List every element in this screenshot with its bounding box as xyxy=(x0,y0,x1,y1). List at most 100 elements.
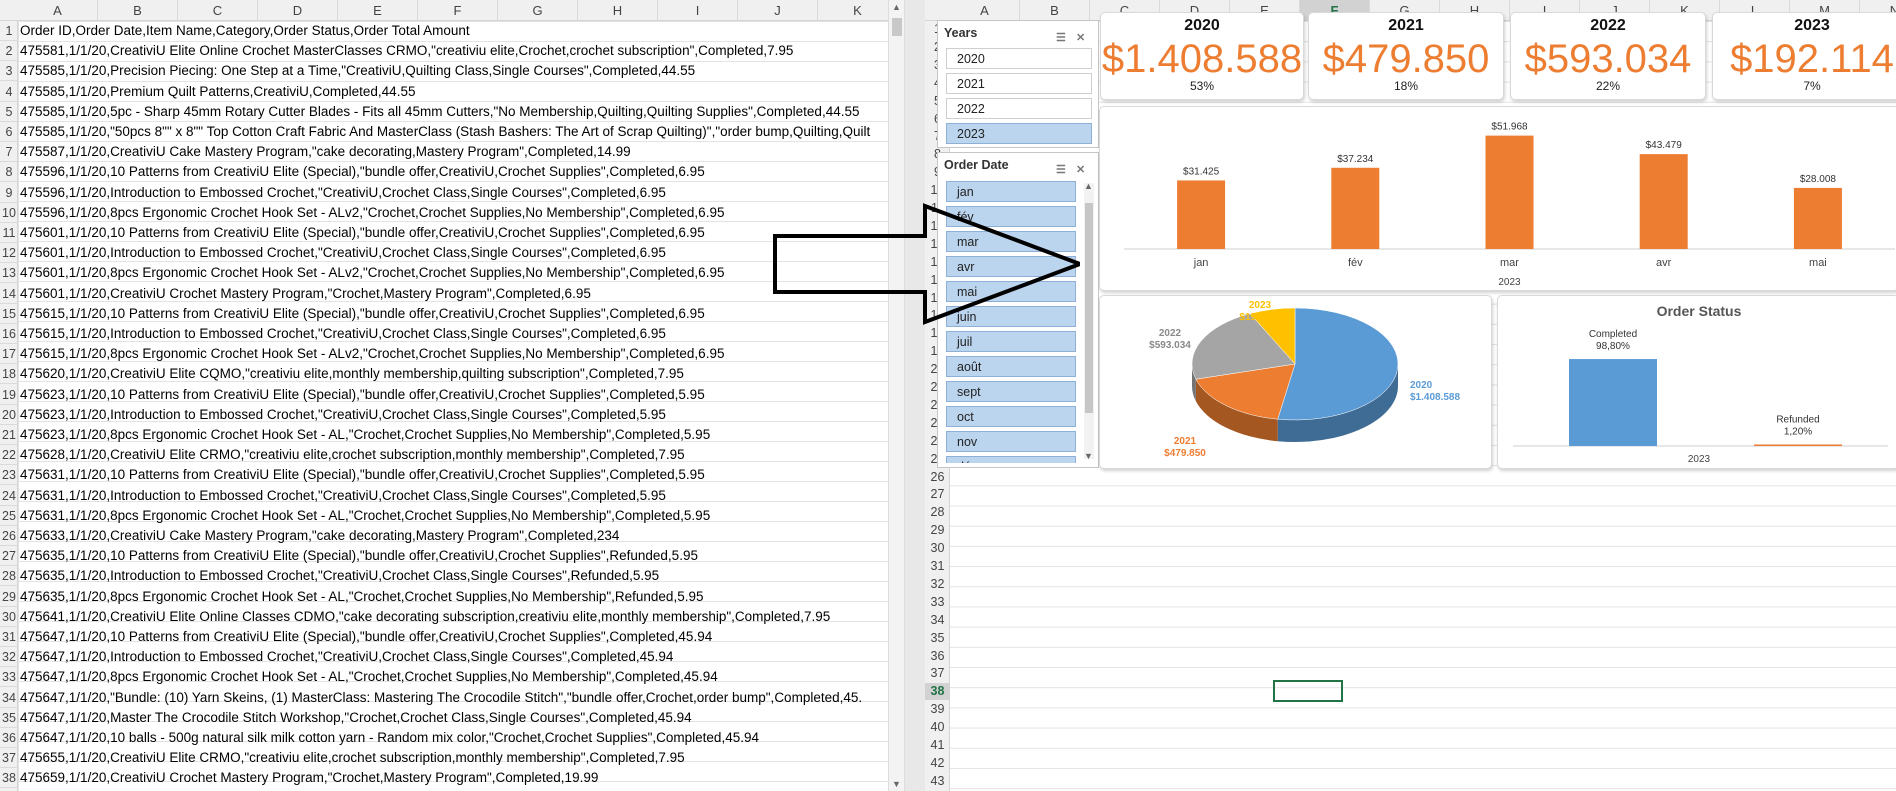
slicer-item-2020[interactable]: 2020 xyxy=(946,48,1092,69)
table-row[interactable]: 475633,1/1/20,CreativiU Cake Mastery Pro… xyxy=(20,526,619,546)
column-header-h[interactable]: H xyxy=(578,0,658,21)
row-header[interactable]: 4 xyxy=(0,82,18,102)
table-row[interactable]: 475628,1/1/20,CreativiU Elite CRMO,"crea… xyxy=(20,445,685,465)
table-row[interactable]: 475623,1/1/20,10 Patterns from CreativiU… xyxy=(20,385,705,405)
bar-mai[interactable] xyxy=(1793,187,1842,249)
row-header[interactable]: 38 xyxy=(925,683,950,701)
slicer-scrollbar[interactable]: ▲ ▼ xyxy=(1084,181,1094,461)
row-header[interactable]: 3 xyxy=(0,61,18,82)
row-header[interactable]: 11 xyxy=(0,223,18,243)
slicer-item-déc[interactable]: déc xyxy=(946,456,1076,463)
slicer-scroll-thumb[interactable] xyxy=(1085,203,1093,413)
column-header-f[interactable]: F xyxy=(418,0,498,21)
row-header[interactable]: 33 xyxy=(0,667,18,688)
slicer-scroll-down-icon[interactable]: ▼ xyxy=(1084,451,1093,461)
column-header-b[interactable]: B xyxy=(1020,0,1090,21)
status-bar-completed[interactable] xyxy=(1569,359,1657,446)
table-row[interactable]: 475620,1/1/20,CreativiU Elite CQMO,"crea… xyxy=(20,364,684,384)
row-header[interactable]: 37 xyxy=(0,748,18,769)
table-row[interactable]: 475601,1/1/20,10 Patterns from CreativiU… xyxy=(20,223,705,243)
table-row[interactable]: 475601,1/1/20,Introduction to Embossed C… xyxy=(20,243,666,263)
row-header[interactable]: 13 xyxy=(0,263,18,284)
row-header[interactable]: 14 xyxy=(0,284,18,304)
row-header[interactable]: 36 xyxy=(0,728,18,748)
row-header[interactable]: 28 xyxy=(925,504,950,521)
table-row[interactable]: 475647,1/1/20,8pcs Ergonomic Crochet Hoo… xyxy=(20,667,718,687)
left-column-headers[interactable]: ABCDEFGHIJK xyxy=(0,0,888,21)
row-header[interactable]: 17 xyxy=(0,344,18,365)
right-worksheet-dashboard[interactable]: ABCDEFGHIJKLMN 1234567891011121314151617… xyxy=(925,0,1896,791)
status-bar-refunded[interactable] xyxy=(1754,444,1842,447)
column-header-a[interactable]: A xyxy=(950,0,1020,21)
clear-filter-icon[interactable]: ✕ xyxy=(1076,158,1090,176)
column-header-b[interactable]: B xyxy=(98,0,178,21)
row-header[interactable]: 18 xyxy=(0,364,18,385)
row-header[interactable]: 35 xyxy=(0,708,18,728)
multi-select-icon[interactable]: ☰ xyxy=(1056,158,1070,176)
table-row[interactable]: 475641,1/1/20,CreativiU Elite Online Cla… xyxy=(20,607,830,627)
scroll-down-icon[interactable]: ▼ xyxy=(892,779,901,789)
left-row-headers[interactable]: 1 2 3 4 5 6 7 8 9 10 11 12 13 14 15 16 17 18 19 20 21 22 23 24 2… xyxy=(0,21,18,791)
row-header[interactable]: 27 xyxy=(925,486,950,503)
row-header[interactable]: 25 xyxy=(0,506,18,526)
row-header[interactable]: 32 xyxy=(925,576,950,593)
row-header[interactable]: 2 xyxy=(0,41,18,62)
table-row[interactable]: 475647,1/1/20,Master The Crocodile Stitc… xyxy=(20,708,692,728)
column-header-g[interactable]: G xyxy=(498,0,578,21)
row-header[interactable]: 12 xyxy=(0,243,18,264)
order-status-chart[interactable]: Order Status Completed 98,80% Refunded 1,20%… xyxy=(1497,295,1896,469)
monthly-sales-chart[interactable]: $31.425 jan $37.234 fév $51.968 mar $43.479 avr… xyxy=(1099,106,1896,291)
table-row[interactable]: 475647,1/1/20,10 Patterns from CreativiU… xyxy=(20,627,712,647)
table-row[interactable]: 475596,1/1/20,10 Patterns from CreativiU… xyxy=(20,162,705,182)
slicer-item-2021[interactable]: 2021 xyxy=(946,73,1092,94)
column-header-i[interactable]: I xyxy=(658,0,738,21)
table-row[interactable]: 475596,1/1/20,Introduction to Embossed C… xyxy=(20,183,666,203)
row-header[interactable]: 42 xyxy=(925,755,950,772)
table-row[interactable]: Order ID,Order Date,Item Name,Category,O… xyxy=(20,21,470,41)
table-row[interactable]: 475647,1/1/20,"Bundle: (10) Yarn Skeins,… xyxy=(20,688,862,708)
slicer-item-sept[interactable]: sept xyxy=(946,381,1076,402)
table-row[interactable]: 475635,1/1/20,Introduction to Embossed C… xyxy=(20,566,659,586)
row-header[interactable]: 23 xyxy=(0,465,18,486)
table-row[interactable]: 475615,1/1/20,8pcs Ergonomic Crochet Hoo… xyxy=(20,344,724,364)
slicer-item-2023[interactable]: 2023 xyxy=(946,123,1092,144)
row-header[interactable]: 15 xyxy=(0,304,18,324)
row-header[interactable]: 10 xyxy=(0,203,18,223)
row-header[interactable]: 1 xyxy=(0,21,18,41)
selected-cell[interactable] xyxy=(1273,680,1343,702)
row-header[interactable]: 37 xyxy=(925,665,950,682)
row-header[interactable]: 24 xyxy=(0,486,18,506)
kpi-card-2021[interactable]: 2021 $479.850 18% xyxy=(1308,12,1504,100)
yearly-share-pie-chart[interactable]: 2020 $1.408.588 2021 $479.850 2022 $593.034 20… xyxy=(1099,295,1492,469)
row-header[interactable]: 43 xyxy=(925,773,950,790)
table-row[interactable]: 475585,1/1/20,Premium Quilt Patterns,Cre… xyxy=(20,82,415,102)
kpi-card-2022[interactable]: 2022 $593.034 22% xyxy=(1510,12,1706,100)
table-row[interactable]: 475585,1/1/20,Precision Piecing: One Ste… xyxy=(20,61,695,81)
row-header[interactable]: 38 xyxy=(0,768,18,789)
row-header[interactable]: 27 xyxy=(0,546,18,567)
table-row[interactable]: 475647,1/1/20,10 balls - 500g natural si… xyxy=(20,728,759,748)
column-header-j[interactable]: J xyxy=(738,0,818,21)
row-header[interactable]: 28 xyxy=(0,566,18,587)
row-header[interactable]: 30 xyxy=(0,607,18,627)
table-row[interactable]: 475659,1/1/20,CreativiU Crochet Mastery … xyxy=(20,768,598,788)
row-header[interactable]: 40 xyxy=(925,719,950,736)
table-row[interactable]: 475623,1/1/20,Introduction to Embossed C… xyxy=(20,405,666,425)
row-header[interactable]: 9 xyxy=(0,183,18,203)
row-header[interactable]: 21 xyxy=(0,425,18,445)
row-header[interactable]: 19 xyxy=(0,385,18,405)
row-header[interactable]: 30 xyxy=(925,540,950,557)
row-header[interactable]: 5 xyxy=(0,102,18,122)
column-header-a[interactable]: A xyxy=(18,0,98,21)
table-row[interactable]: 475585,1/1/20,"50pcs 8"" x 8"" Top Cotto… xyxy=(20,122,870,142)
row-header[interactable]: 32 xyxy=(0,647,18,668)
table-row[interactable]: 475631,1/1/20,Introduction to Embossed C… xyxy=(20,486,666,506)
row-header[interactable]: 31 xyxy=(0,627,18,647)
slicer-item-août[interactable]: août xyxy=(946,356,1076,377)
row-header[interactable]: 20 xyxy=(0,405,18,425)
bar-jan[interactable] xyxy=(1177,180,1226,249)
row-header[interactable]: 34 xyxy=(925,612,950,629)
table-row[interactable]: 475585,1/1/20,5pc - Sharp 45mm Rotary Cu… xyxy=(20,102,859,122)
table-row[interactable]: 475623,1/1/20,8pcs Ergonomic Crochet Hoo… xyxy=(20,425,710,445)
table-row[interactable]: 475581,1/1/20,CreativiU Elite Online Cro… xyxy=(20,41,793,61)
